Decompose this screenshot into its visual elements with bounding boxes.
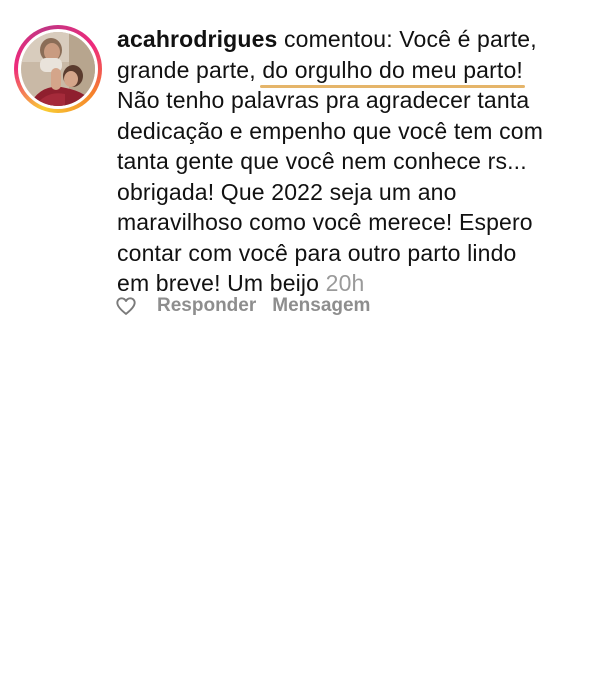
- avatar: [21, 32, 95, 106]
- highlighted-text: do orgulho do meu parto!: [260, 55, 525, 88]
- message-button[interactable]: Mensagem: [272, 295, 370, 317]
- comment-line-5: tanta gente que você nem conhece rs...: [117, 148, 527, 174]
- avatar-ring-gap: [18, 29, 98, 109]
- comment-text-part: grande parte,: [117, 56, 263, 83]
- comment-actions: Responder Mensagem: [115, 292, 386, 320]
- comment-text-part: comentou: Você é parte,: [277, 26, 537, 52]
- comment-text: acahrodrigues comentou: Você é parte, gr…: [117, 24, 587, 299]
- comment-line-6: obrigada! Que 2022 seja um ano: [117, 178, 457, 205]
- comment-line-4: dedicação e empenho que você tem com: [117, 117, 544, 144]
- heart-outline-icon[interactable]: [115, 295, 137, 317]
- comment-line-7: maravilhoso como você merece! Espero: [117, 209, 533, 235]
- comment-line-2: grande parte, do orgulho do meu parto!: [117, 55, 587, 88]
- comment-line-8: contar com você para outro parto lindo: [117, 239, 517, 266]
- comment-line-1: acahrodrigues comentou: Você é parte,: [117, 24, 587, 55]
- comment-username[interactable]: acahrodrigues: [117, 26, 277, 52]
- avatar-story-ring[interactable]: [14, 25, 102, 113]
- comment-line-3: Não tenho palavras pra agradecer tanta: [117, 87, 530, 113]
- reply-button[interactable]: Responder: [157, 295, 256, 317]
